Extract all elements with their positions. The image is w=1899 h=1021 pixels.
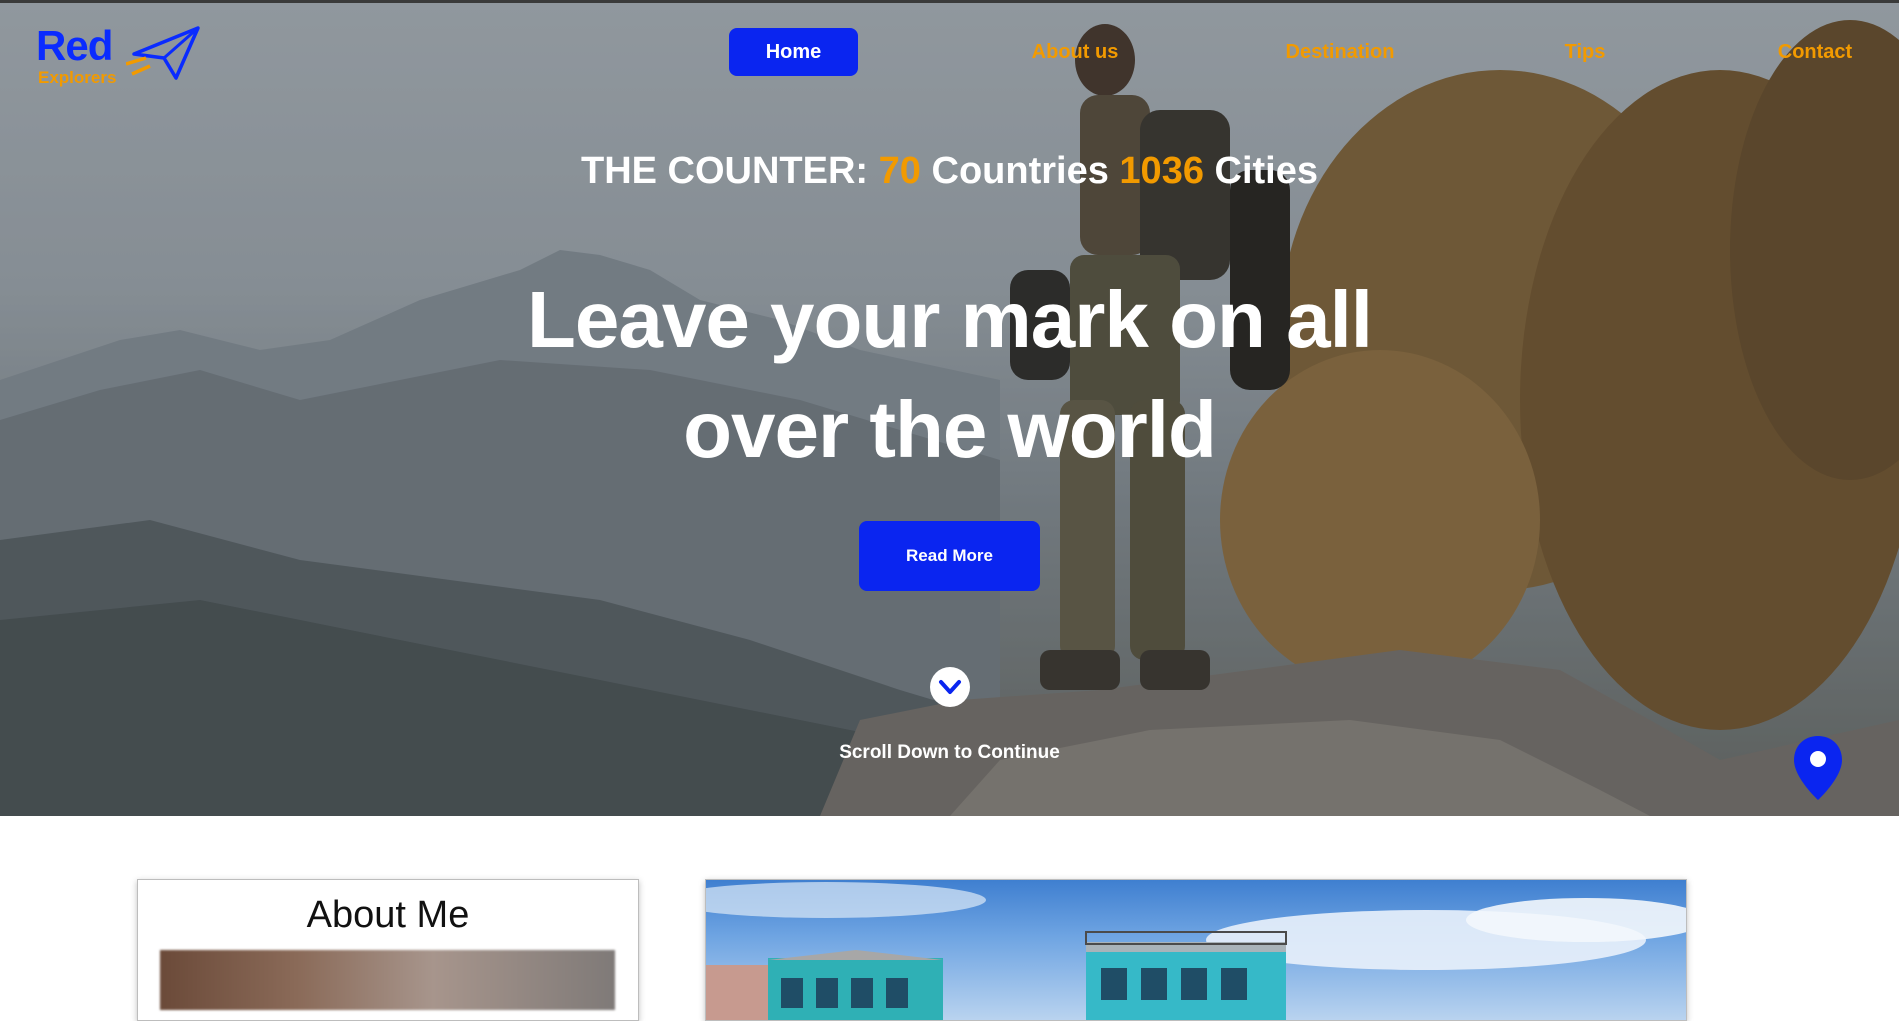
scroll-down-button[interactable] (930, 667, 970, 707)
logo-subtitle: Explorers (38, 68, 117, 87)
counter-prefix: THE COUNTER: (580, 150, 869, 192)
destination-photo-card (705, 879, 1687, 1021)
paper-plane-icon (126, 26, 200, 80)
read-more-button[interactable]: Read More (859, 521, 1040, 591)
cities-label: Cities (1214, 150, 1319, 192)
map-pin-icon[interactable] (1792, 734, 1844, 802)
nav-about-us[interactable]: About us (1010, 28, 1140, 76)
counter-line: THE COUNTER: 70 Countries 1036 Cities (0, 150, 1899, 193)
hero-section: Red Explorers Home About us Destination … (0, 0, 1899, 816)
about-card: About Me (137, 879, 639, 1021)
headline-line-1: Leave your mark on all (526, 275, 1373, 364)
nav-contact[interactable]: Contact (1760, 28, 1870, 76)
about-image (160, 950, 615, 1010)
headline-line-2: over the world (683, 385, 1217, 474)
nav-destination[interactable]: Destination (1280, 28, 1400, 76)
logo[interactable]: Red Explorers (36, 20, 206, 90)
chevron-down-icon (939, 680, 961, 694)
scroll-hint: Scroll Down to Continue (839, 742, 1060, 763)
countries-count: 70 (878, 150, 921, 192)
cities-count: 1036 (1119, 150, 1204, 192)
about-title: About Me (306, 894, 470, 936)
nav-tips[interactable]: Tips (1550, 28, 1620, 76)
hero-headline: Leave your mark on all over the world (0, 265, 1899, 485)
destination-photo (706, 882, 1686, 1020)
logo-word: Red (36, 22, 113, 69)
countries-label: Countries (931, 150, 1109, 192)
nav-home[interactable]: Home (729, 28, 858, 76)
top-border (0, 0, 1899, 3)
